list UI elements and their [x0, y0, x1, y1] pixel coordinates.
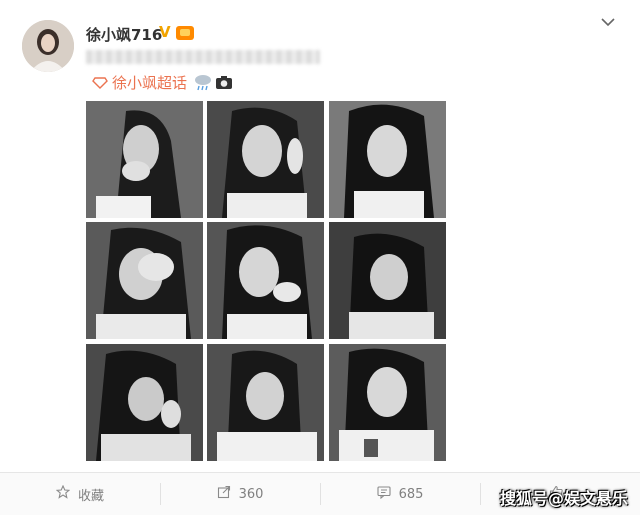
avatar-image [22, 20, 74, 72]
photo-8[interactable] [207, 344, 324, 461]
verified-v-icon: V [159, 23, 171, 41]
username[interactable]: 徐小飒716 [86, 24, 162, 45]
photo-9[interactable] [329, 344, 446, 461]
photo-7[interactable] [86, 344, 203, 461]
star-icon [55, 484, 71, 503]
photo-6[interactable] [329, 222, 446, 339]
rain-cloud-icon [193, 73, 213, 91]
watermark: 搜狐号@娱文悬乐 [500, 489, 629, 508]
super-topic-icon [92, 74, 108, 90]
repost-button[interactable]: 360 [160, 473, 320, 515]
photo-grid [86, 101, 446, 461]
photo-1[interactable] [86, 101, 203, 218]
photo-4[interactable] [86, 222, 203, 339]
avatar[interactable] [22, 20, 74, 72]
photo-2[interactable] [207, 101, 324, 218]
photo-5[interactable] [207, 222, 324, 339]
comment-icon [377, 485, 391, 503]
camera-icon [215, 74, 233, 90]
topic-row: 徐小飒超话 [92, 71, 233, 93]
chevron-down-icon[interactable] [600, 16, 618, 30]
comment-button[interactable]: 685 [320, 473, 480, 515]
weibo-post: 徐小飒716 V 徐小飒超话 收藏 360 685 搜狐号@娱文悬乐 [0, 0, 640, 515]
repost-count: 360 [238, 486, 264, 502]
comment-count: 685 [398, 486, 424, 502]
photo-3[interactable] [329, 101, 446, 218]
topic-link[interactable]: 徐小飒超话 [112, 72, 187, 93]
favorite-button[interactable]: 收藏 [0, 473, 160, 515]
vip-badge-icon [176, 26, 194, 40]
repost-icon [217, 485, 231, 503]
favorite-label: 收藏 [77, 488, 104, 504]
blurred-timestamp [86, 50, 320, 64]
